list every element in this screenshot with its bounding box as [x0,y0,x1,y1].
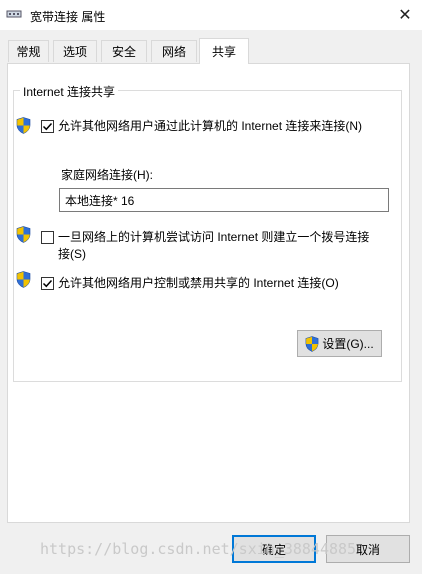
checkmark-icon [42,122,53,131]
allow-others-label: 允许其他网络用户通过此计算机的 Internet 连接来连接(N) [58,119,363,133]
tab-options[interactable]: 选项 [53,40,97,62]
tab-label: 选项 [62,45,87,59]
window-title: 宽带连接 属性 [30,10,106,24]
uac-shield-icon [305,335,319,352]
tab-general[interactable]: 常规 [8,40,49,62]
network-connection-icon [6,10,22,18]
allow-control-checkbox[interactable] [41,277,54,290]
tab-label: 常规 [16,45,41,59]
settings-button-label: 设置(G)... [322,337,374,351]
settings-button[interactable]: 设置(G)... [297,330,382,357]
allow-control-label: 允许其他网络用户控制或禁用共享的 Internet 连接(O) [58,276,339,290]
watermark-text: https://blog.csdn.net/sxin_38844885 [40,540,357,558]
tab-label: 共享 [211,45,236,59]
tab-label: 网络 [161,45,186,59]
tab-security[interactable]: 安全 [101,40,147,62]
close-icon: ✕ [398,7,412,24]
dial-on-demand-checkbox[interactable] [41,231,54,244]
uac-shield-icon [16,117,31,134]
uac-shield-icon [16,271,31,288]
tab-sharing[interactable]: 共享 [199,38,249,64]
checkmark-icon [42,279,53,288]
group-title: Internet 连接共享 [20,83,119,100]
allow-others-checkbox[interactable] [41,120,54,133]
uac-shield-icon [16,226,31,243]
tab-networking[interactable]: 网络 [151,40,197,62]
home-network-label: 家庭网络连接(H): [61,168,153,182]
dial-on-demand-label-line2: 接(S) [58,247,86,261]
close-button[interactable]: ✕ [388,0,422,30]
home-network-field[interactable] [59,188,389,212]
cancel-button-label: 取消 [355,542,380,557]
dial-on-demand-label-line1: 一旦网络上的计算机尝试访问 Internet 则建立一个拨号连接 [58,230,370,244]
tab-label: 安全 [111,45,136,59]
title-bar: 宽带连接 属性 ✕ [0,0,422,30]
